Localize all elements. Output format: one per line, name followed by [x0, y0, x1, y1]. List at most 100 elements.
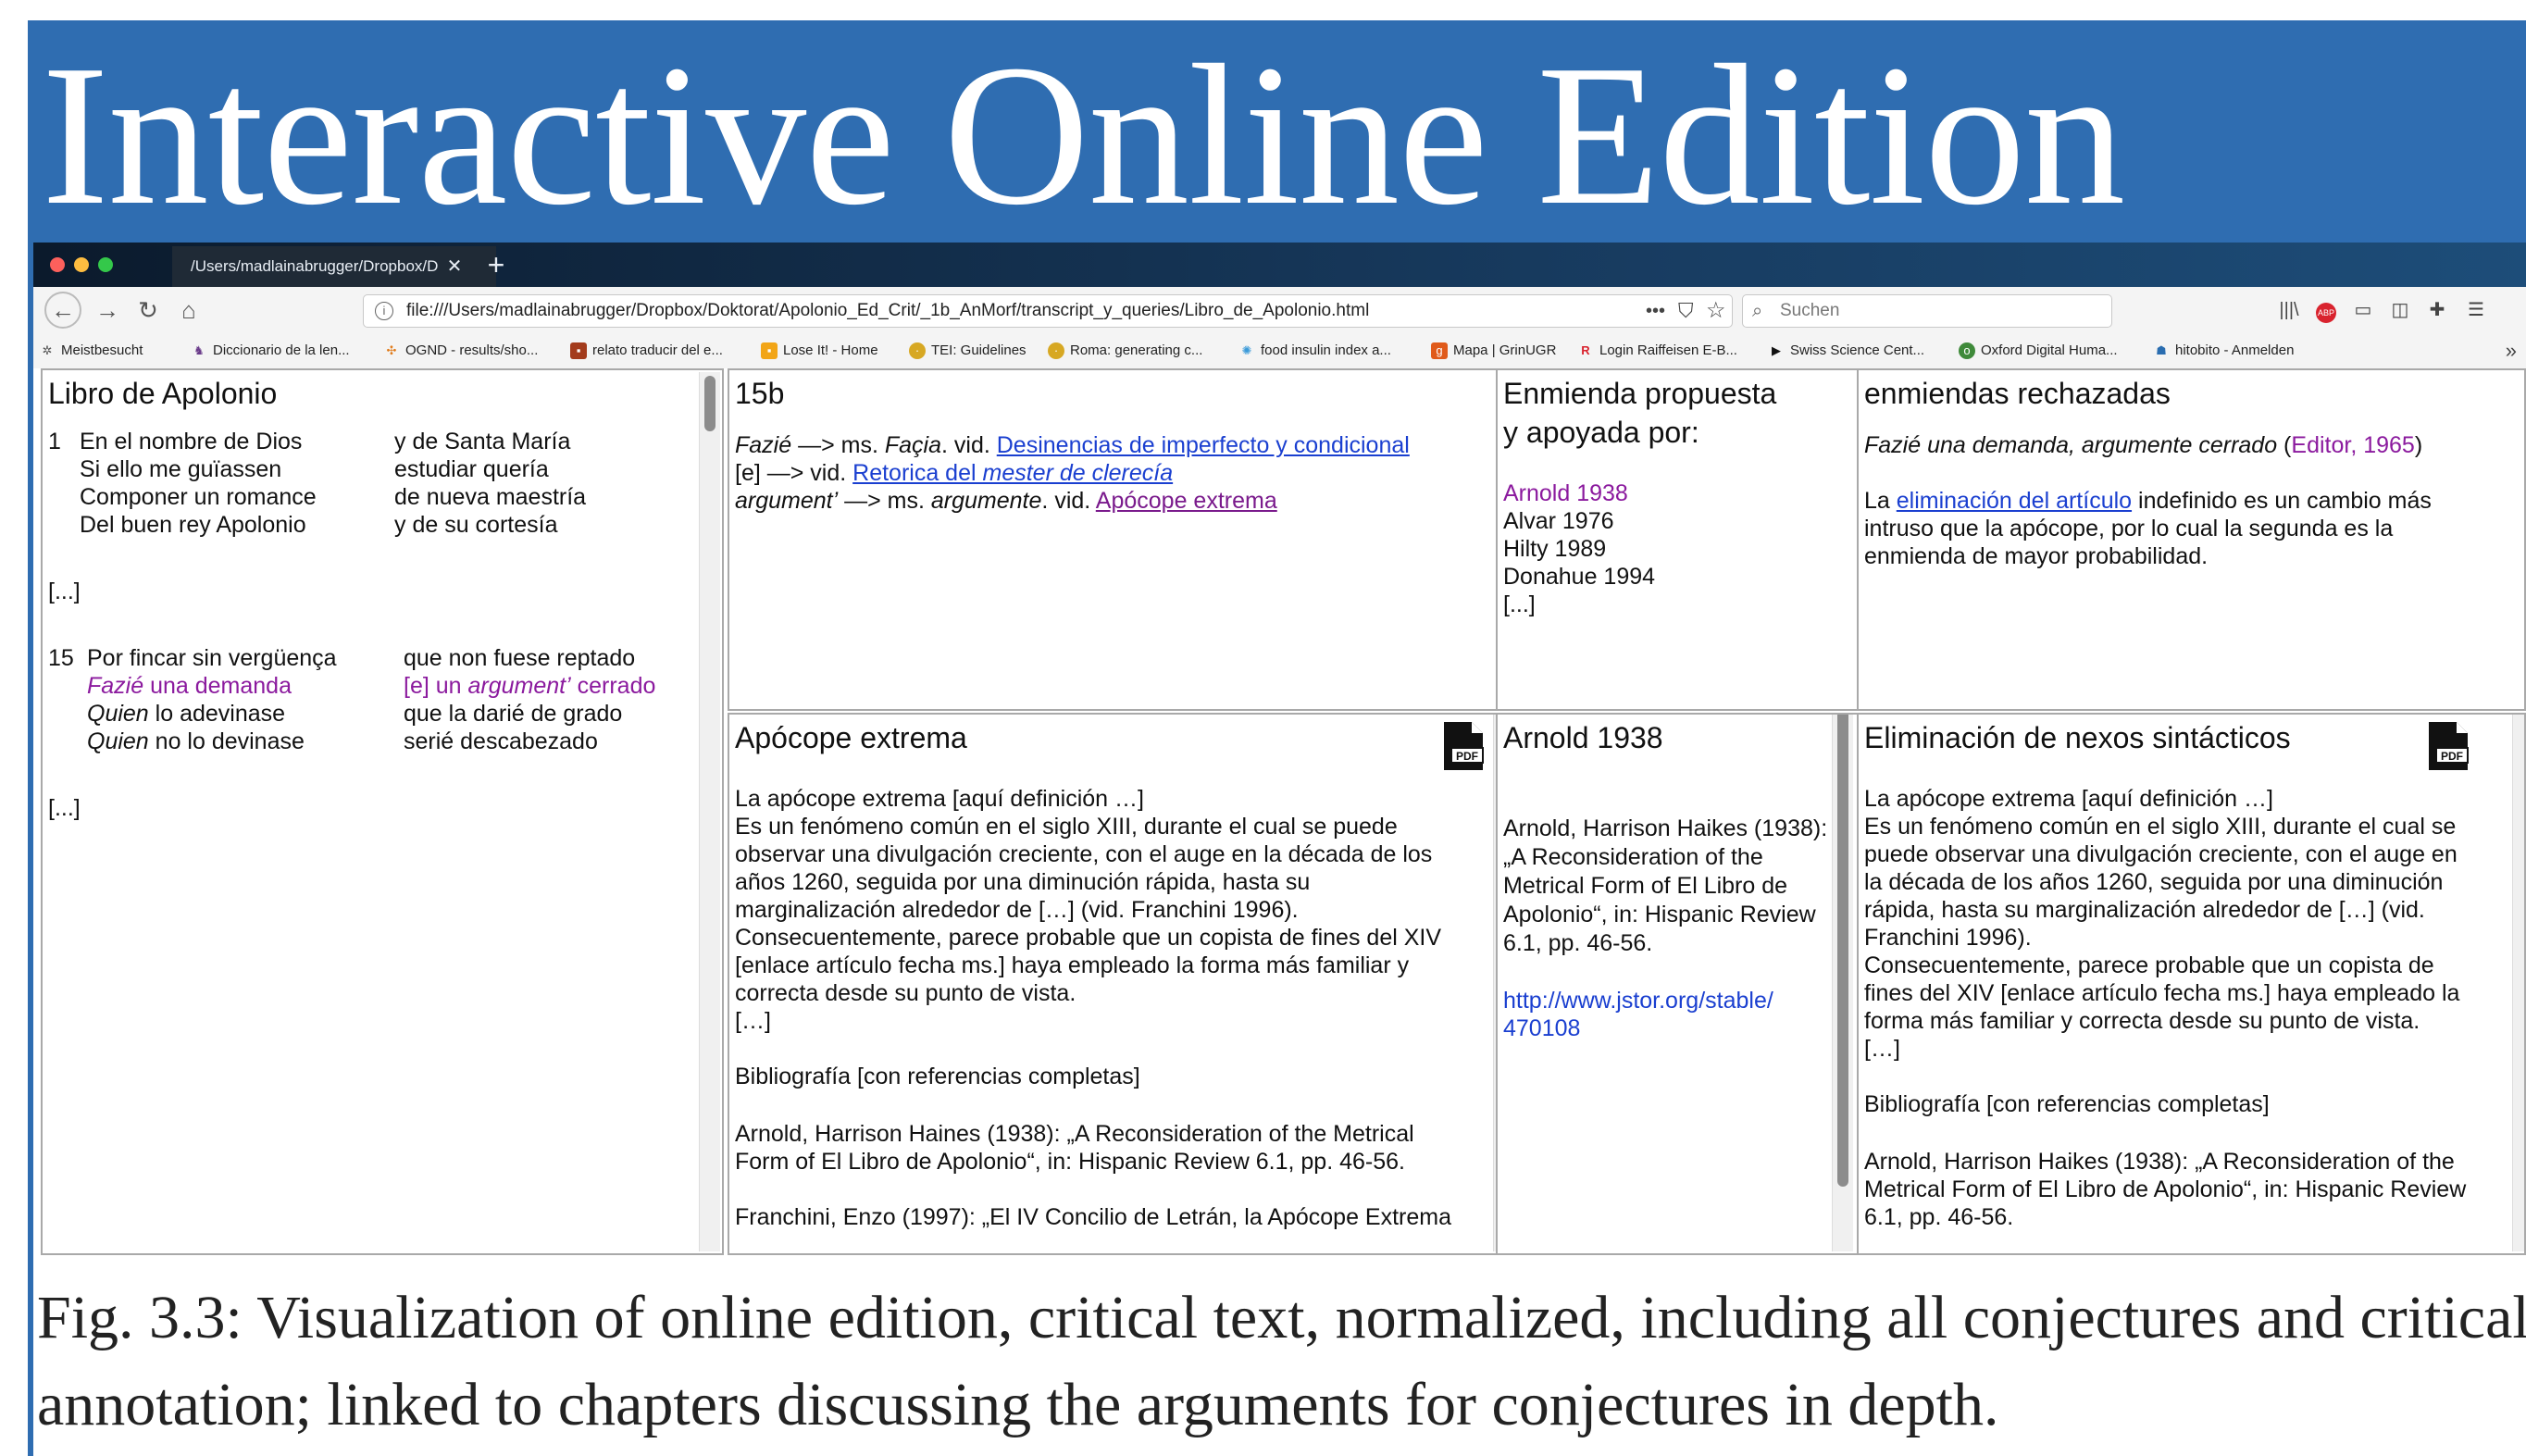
- bookmark-item[interactable]: ▪ Lose It! - Home: [761, 333, 878, 368]
- reference: Franchini, Enzo (1997): „El IV Concilio …: [735, 1204, 1452, 1230]
- tei-icon: ·: [909, 342, 926, 360]
- search-bar[interactable]: ⌕ Suchen: [1742, 294, 2112, 328]
- bookmarks-bar: ✲ Meistbesucht ♞ Diccionario de la len... …: [33, 333, 2526, 369]
- body-line: puede observar una divulgación creciente…: [1864, 841, 2458, 867]
- citation-line: 6.1, pp. 46-56.: [1503, 930, 1653, 956]
- minimize-window-button[interactable]: [74, 257, 89, 272]
- verse-line: serié descabezado: [404, 728, 598, 754]
- apocope-pane: Apócope extrema PDF La apócope extrema […: [728, 713, 1518, 1255]
- sidebar-icon[interactable]: ◫: [2384, 296, 2416, 324]
- flower-icon: ✺: [1241, 343, 1252, 358]
- jstor-link[interactable]: http://www.jstor.org/stable/: [1503, 987, 1773, 1014]
- bookmark-item[interactable]: · TEI: Guidelines: [909, 333, 1027, 368]
- page-actions-icon[interactable]: •••: [1646, 295, 1665, 327]
- bookmark-item[interactable]: o Oxford Digital Huma...: [1959, 333, 2118, 368]
- pdf-icon[interactable]: PDF: [2427, 720, 2470, 772]
- bookmark-item[interactable]: ▶ Swiss Science Cent...: [1768, 333, 1924, 368]
- home-button[interactable]: ⌂: [170, 292, 207, 329]
- bookmark-item[interactable]: ☗ hitobito - Anmelden: [2153, 333, 2294, 368]
- verse-line-emended[interactable]: Fazié una demanda: [87, 672, 292, 700]
- support-item: [...]: [1503, 591, 1536, 617]
- body-line: rápida, hasta su marginalización alreded…: [1864, 897, 2425, 923]
- menu-icon[interactable]: ☰: [2460, 296, 2492, 324]
- verse-line: que non fuese reptado: [404, 645, 636, 671]
- svg-text:PDF: PDF: [1456, 750, 1478, 763]
- new-tab-button[interactable]: +: [478, 246, 515, 287]
- info-icon[interactable]: i: [375, 302, 393, 320]
- note-link[interactable]: Apócope extrema: [1096, 488, 1277, 514]
- support-item-link[interactable]: Arnold 1938: [1503, 479, 1628, 507]
- bookmark-item[interactable]: R Login Raiffeisen E-B...: [1577, 333, 1737, 368]
- scrollbar[interactable]: [699, 372, 720, 1251]
- body-line: La apócope extrema [aquí definición …]: [735, 786, 1144, 812]
- support-pane-subtitle: y apoyada por:: [1503, 416, 1699, 449]
- body-line: [enlace artículo fecha ms.] haya emplead…: [735, 952, 1410, 978]
- body-line: forma más familiar y correcta desde su p…: [1864, 1008, 2420, 1034]
- svg-text:PDF: PDF: [2441, 750, 2463, 763]
- note-line: argument’ —> ms. argumente. vid. Apócope…: [735, 488, 1277, 514]
- bookmark-item[interactable]: ♞ Diccionario de la len...: [191, 333, 349, 368]
- verse-line: Componer un romance: [80, 484, 317, 510]
- figure-caption-line1: Fig. 3.3: Visualization of online editio…: [37, 1284, 2526, 1351]
- page-icon[interactable]: ▭: [2347, 296, 2379, 324]
- verse-line: y de su cortesía: [394, 512, 558, 538]
- reference: Metrical Form of El Libro de Apolonio“, …: [1864, 1176, 2467, 1202]
- scroll-thumb[interactable]: [1837, 715, 1848, 1187]
- text-pane-title: Libro de Apolonio: [48, 377, 278, 410]
- arnold-pane-title: Arnold 1938: [1503, 721, 1663, 754]
- support-item: Donahue 1994: [1503, 564, 1656, 590]
- rejected-pane-title: enmiendas rechazadas: [1864, 377, 2171, 410]
- ellipsis: [...]: [48, 579, 81, 604]
- bookmark-item[interactable]: ✺ food insulin index a...: [1238, 333, 1391, 368]
- adblock-icon[interactable]: ABP: [2310, 296, 2342, 324]
- scrollbar[interactable]: [2512, 715, 2524, 1251]
- grin-icon: g: [1431, 342, 1448, 360]
- note-link[interactable]: Retorica del mester de clerecía: [852, 460, 1173, 486]
- tab-close-icon[interactable]: ✕: [441, 246, 468, 287]
- gear-icon: ✲: [42, 343, 53, 358]
- bookmark-star-icon[interactable]: ☆: [1706, 295, 1726, 327]
- library-icon[interactable]: |||\: [2273, 296, 2305, 324]
- close-window-button[interactable]: [50, 257, 65, 272]
- zoom-window-button[interactable]: [98, 257, 113, 272]
- pocket-icon[interactable]: ⛉: [1678, 295, 1694, 327]
- bookmark-item[interactable]: g Mapa | GrinUGR: [1431, 333, 1556, 368]
- reload-button[interactable]: ↻: [130, 292, 167, 329]
- body-line: Consecuentemente, parece probable que un…: [735, 925, 1442, 951]
- extension-icon[interactable]: ✚: [2421, 296, 2453, 324]
- nexos-pane-title: Eliminación de nexos sintácticos: [1864, 721, 2291, 754]
- figure-caption-line2: annotation; linked to chapters discussin…: [37, 1371, 1999, 1438]
- text-pane: Libro de Apolonio 1 En el nombre de Dios…: [41, 368, 724, 1255]
- citation-line: Metrical Form of El Libro de: [1503, 873, 1788, 899]
- bookmark-item[interactable]: ✣ OGND - results/sho...: [383, 333, 539, 368]
- apocope-pane-title: Apócope extrema: [735, 721, 967, 754]
- notes-pane-title: 15b: [735, 377, 785, 410]
- support-pane: Enmienda propuesta y apoyada por: Arnold…: [1496, 368, 1868, 711]
- bookmark-item[interactable]: · Roma: generating c...: [1048, 333, 1202, 368]
- bibliography-heading: Bibliografía [con referencias completas]: [1864, 1091, 2270, 1117]
- url-bar[interactable]: i file:///Users/madlainabrugger/Dropbox/…: [363, 294, 1733, 328]
- scrollbar[interactable]: [1832, 715, 1853, 1251]
- rejected-link[interactable]: eliminación del artículo: [1897, 488, 2132, 514]
- hitobito-icon: ☗: [2156, 343, 2167, 358]
- note-link[interactable]: Desinencias de imperfecto y condicional: [997, 432, 1410, 458]
- more-bookmarks-icon[interactable]: »: [2506, 333, 2517, 368]
- scroll-thumb[interactable]: [704, 376, 715, 431]
- forward-button[interactable]: →: [89, 292, 126, 329]
- body-line: Franchini 1996).: [1864, 925, 2032, 951]
- search-placeholder: Suchen: [1780, 301, 1840, 320]
- body-line: correcta desde su punto de vista.: [735, 980, 1076, 1006]
- stanza-number: 15: [48, 645, 74, 671]
- rejected-paragraph: La eliminación del artículo indefinido e…: [1864, 488, 2432, 514]
- rejected-ref-link[interactable]: Editor, 1965: [2291, 432, 2414, 458]
- pdf-icon[interactable]: PDF: [1442, 720, 1485, 772]
- jstor-link[interactable]: 470108: [1503, 1014, 1580, 1042]
- url-text[interactable]: file:///Users/madlainabrugger/Dropbox/Do…: [406, 295, 1369, 327]
- body-line: La apócope extrema [aquí definición …]: [1864, 786, 2273, 812]
- bookmark-item[interactable]: ▪ relato traducir del e...: [570, 333, 723, 368]
- verse-line-emended[interactable]: [e] un argument’ cerrado: [404, 672, 655, 700]
- bookmark-item[interactable]: ✲ Meistbesucht: [39, 333, 143, 368]
- back-button[interactable]: ←: [44, 292, 81, 329]
- stanza-number: 1: [48, 429, 61, 454]
- citation-line: Apolonio“, in: Hispanic Review: [1503, 902, 1816, 927]
